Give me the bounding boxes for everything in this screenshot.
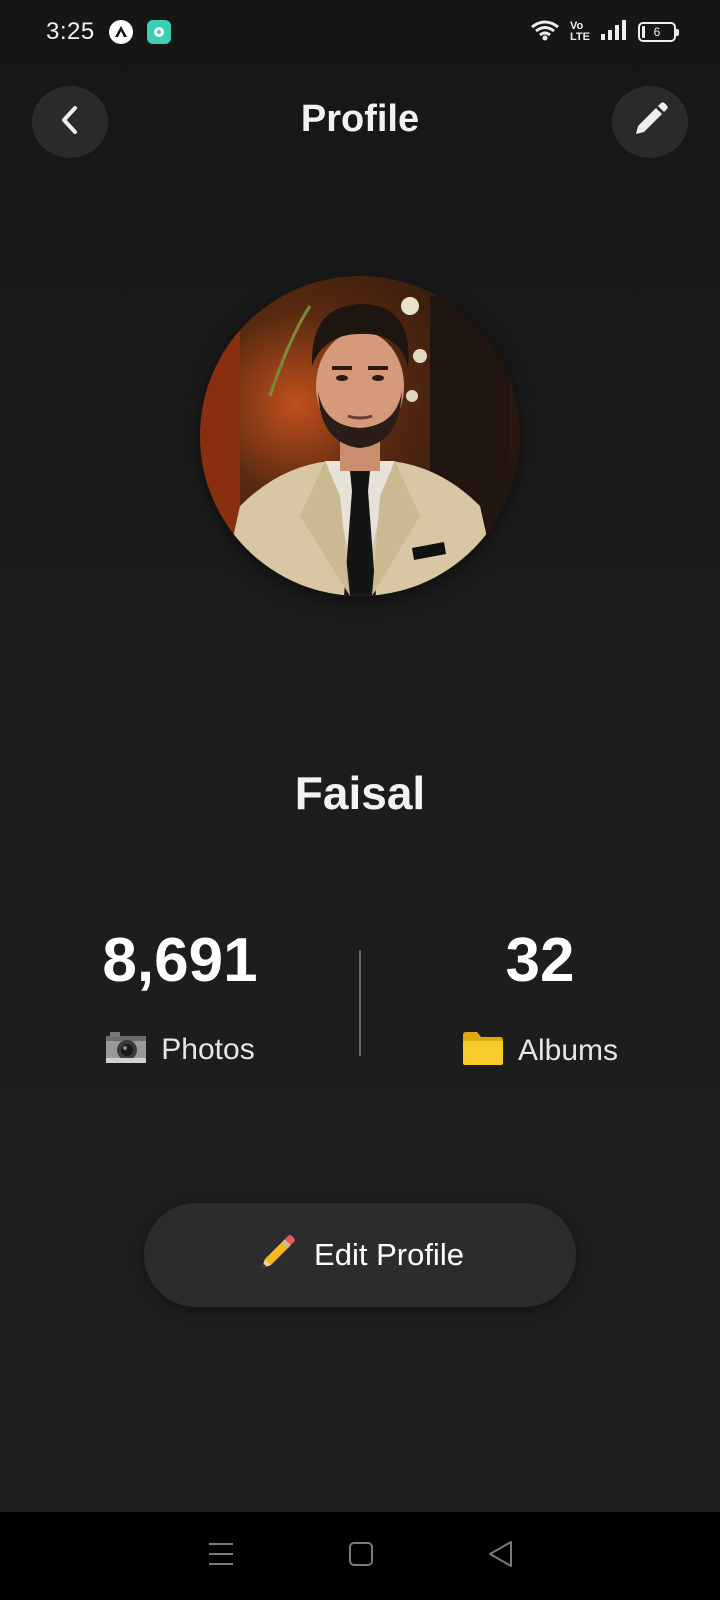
status-right: Vo LTE 6: [530, 19, 679, 46]
wifi-icon: [530, 19, 560, 46]
albums-label-row: Albums: [390, 1030, 690, 1071]
status-bar: 3:25 Vo LTE 6: [0, 0, 720, 64]
photos-label: Photos: [161, 1032, 255, 1066]
signal-icon: [600, 19, 628, 46]
status-left: 3:25: [46, 18, 171, 46]
photos-stat[interactable]: 8,691 Photos: [30, 930, 330, 1069]
camera-icon: [105, 1030, 147, 1069]
menu-icon[interactable]: [207, 1541, 235, 1572]
battery-icon: 6: [638, 22, 679, 42]
header: Profile: [0, 86, 720, 160]
battery-level: 6: [653, 25, 661, 39]
albums-count: 32: [505, 926, 575, 995]
edit-button[interactable]: [612, 86, 688, 158]
volte-bottom-label: LTE: [570, 31, 590, 43]
home-icon[interactable]: [348, 1541, 374, 1572]
stats-divider: [359, 950, 361, 1056]
pencil-icon: [630, 100, 670, 145]
folder-icon: [462, 1030, 504, 1071]
photos-label-row: Photos: [30, 1030, 330, 1069]
back-nav-icon[interactable]: [487, 1540, 513, 1573]
albums-label: Albums: [517, 1033, 619, 1067]
pencil-emoji-icon: [256, 1232, 298, 1279]
photos-count: 8,691: [102, 926, 258, 995]
status-time: 3:25: [46, 18, 95, 45]
system-nav-bar: [0, 1512, 720, 1600]
profile-name: Faisal: [294, 767, 426, 819]
app-notification-icon-2: [146, 20, 171, 44]
edit-profile-label: Edit Profile: [314, 1237, 464, 1272]
volte-icon: Vo LTE: [570, 21, 590, 43]
albums-stat[interactable]: 32 Albums: [390, 930, 690, 1071]
avatar[interactable]: [200, 276, 520, 596]
app-notification-icon: [108, 20, 133, 44]
edit-profile-button[interactable]: Edit Profile: [144, 1203, 576, 1307]
